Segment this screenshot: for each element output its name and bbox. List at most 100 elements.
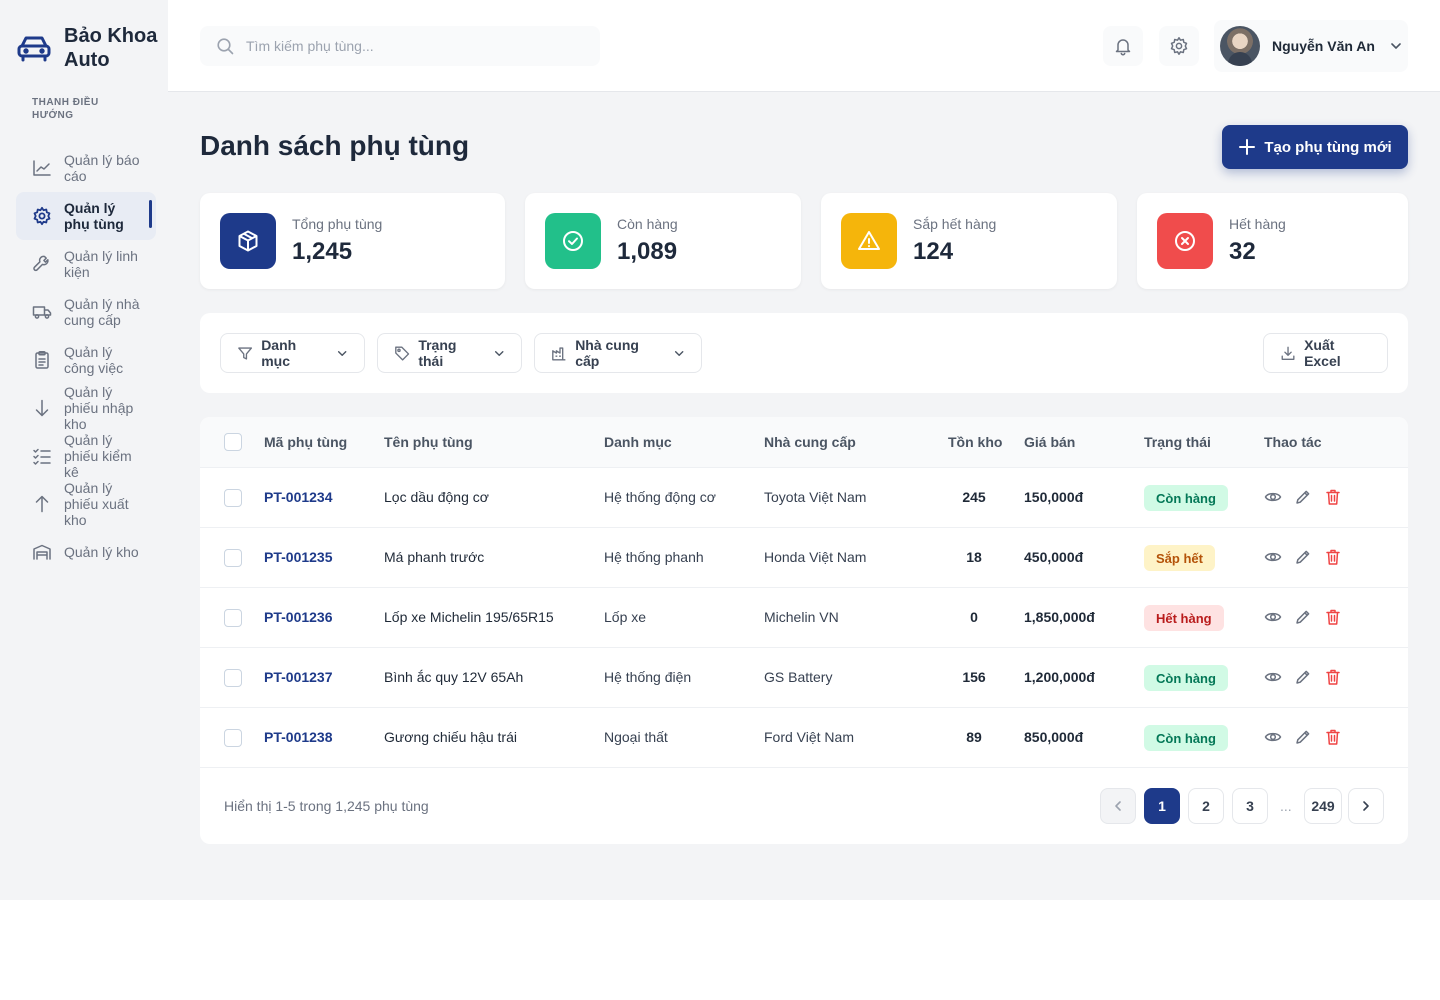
stat-icon-warning: [841, 213, 897, 269]
trash-icon: [1326, 669, 1340, 685]
checklist-icon: [33, 448, 51, 465]
column-header: Thao tác: [1264, 434, 1322, 450]
page-button[interactable]: 1: [1144, 788, 1180, 824]
trash-icon: [1326, 729, 1340, 745]
edit-button[interactable]: [1294, 668, 1314, 688]
part-code-link[interactable]: PT-001237: [264, 669, 333, 685]
row-checkbox[interactable]: [224, 549, 242, 567]
sidebar-item-suppliers[interactable]: Quản lý nhà cung cấp: [16, 288, 156, 336]
stat-icon-x: [1157, 213, 1213, 269]
car-icon: [17, 36, 51, 62]
column-header[interactable]: Trạng thái: [1144, 434, 1211, 450]
sidebar-item-label: Quản lý công việc: [64, 344, 124, 376]
status-badge: Còn hàng: [1144, 725, 1228, 751]
delete-button[interactable]: [1324, 488, 1344, 508]
stat-label: Còn hàng: [617, 216, 678, 232]
part-stock: 0: [970, 609, 978, 625]
eye-icon: [1264, 732, 1282, 742]
column-header[interactable]: Mã phụ tùng: [264, 434, 347, 450]
avatar: [1220, 26, 1260, 66]
part-supplier: Toyota Việt Nam: [764, 489, 867, 505]
pencil-icon: [1296, 670, 1310, 684]
sidebar-item-jobs[interactable]: Quản lý công việc: [16, 336, 156, 384]
select-all-checkbox[interactable]: [224, 433, 242, 451]
column-header[interactable]: Giá bán: [1024, 434, 1075, 450]
search-input[interactable]: [246, 38, 586, 54]
sidebar: Bảo Khoa Auto THANH ĐIỀU HƯỚNG Quản lý b…: [0, 0, 168, 900]
create-part-button[interactable]: Tạo phụ tùng mới: [1222, 125, 1408, 169]
part-category: Hệ thống điện: [604, 669, 692, 685]
warehouse-icon: [33, 544, 51, 560]
view-button[interactable]: [1264, 488, 1284, 508]
supplier-filter[interactable]: Nhà cung cấp: [534, 333, 702, 373]
pencil-icon: [1296, 550, 1310, 564]
column-header[interactable]: Danh mục: [604, 434, 672, 450]
column-header[interactable]: Nhà cung cấp: [764, 434, 856, 450]
page-button[interactable]: 3: [1232, 788, 1268, 824]
row-checkbox[interactable]: [224, 729, 242, 747]
user-menu[interactable]: Nguyễn Văn An: [1214, 20, 1408, 72]
part-price: 150,000đ: [1024, 489, 1084, 505]
category-filter[interactable]: Danh mục: [220, 333, 365, 373]
export-excel-button[interactable]: Xuất Excel: [1263, 333, 1388, 373]
part-code-link[interactable]: PT-001235: [264, 549, 333, 565]
sidebar-item-label: Quản lý phiếu kiểm kê: [64, 432, 132, 480]
row-checkbox[interactable]: [224, 609, 242, 627]
last-page-button[interactable]: 249: [1304, 788, 1342, 824]
view-button[interactable]: [1264, 728, 1284, 748]
delete-button[interactable]: [1324, 548, 1344, 568]
part-category: Hệ thống động cơ: [604, 489, 716, 505]
sidebar-item-warehouse[interactable]: Quản lý kho: [16, 528, 156, 576]
table-row: PT-001237 Bình ắc quy 12V 65Ah Hệ thống đi…: [200, 648, 1408, 708]
brand[interactable]: Bảo Khoa Auto: [16, 24, 160, 72]
notification-button[interactable]: [1103, 26, 1143, 66]
part-code-link[interactable]: PT-001234: [264, 489, 333, 505]
trash-icon: [1326, 549, 1340, 565]
sidebar-nav: Quản lý báo cáo Quản lý phụ tùng Quản lý…: [16, 144, 156, 576]
part-name: Lốp xe Michelin 195/65R15: [384, 609, 554, 625]
pagination-ellipsis: ...: [1280, 798, 1292, 814]
column-header[interactable]: Tên phụ tùng: [384, 434, 473, 450]
row-checkbox[interactable]: [224, 669, 242, 687]
row-checkbox[interactable]: [224, 489, 242, 507]
sidebar-item-parts[interactable]: Quản lý phụ tùng: [16, 192, 156, 240]
pencil-icon: [1296, 730, 1310, 744]
part-supplier: Ford Việt Nam: [764, 729, 854, 745]
page-button[interactable]: 2: [1188, 788, 1224, 824]
part-stock: 18: [966, 549, 982, 565]
sidebar-item-receipts[interactable]: Quản lý phiếu nhập kho: [16, 384, 156, 432]
part-category: Ngoại thất: [604, 729, 668, 745]
column-header[interactable]: Tồn kho: [948, 434, 1002, 450]
edit-button[interactable]: [1294, 608, 1314, 628]
part-stock: 89: [966, 729, 982, 745]
table-row: PT-001235 Má phanh trước Hệ thống phanh Hon…: [200, 528, 1408, 588]
table-row: PT-001236 Lốp xe Michelin 195/65R15 Lốp xe…: [200, 588, 1408, 648]
user-name: Nguyễn Văn An: [1272, 38, 1375, 54]
part-code-link[interactable]: PT-001236: [264, 609, 333, 625]
prev-page-button[interactable]: [1100, 788, 1136, 824]
view-button[interactable]: [1264, 668, 1284, 688]
sidebar-item-components[interactable]: Quản lý linh kiện: [16, 240, 156, 288]
chevron-down-icon: [337, 350, 347, 356]
export-excel-label: Xuất Excel: [1304, 337, 1341, 369]
status-filter-label: Trạng thái: [418, 337, 457, 369]
status-filter[interactable]: Trạng thái: [377, 333, 522, 373]
chart-line-icon: [33, 160, 51, 176]
delete-button[interactable]: [1324, 608, 1344, 628]
delete-button[interactable]: [1324, 728, 1344, 748]
settings-button[interactable]: [1159, 26, 1199, 66]
view-button[interactable]: [1264, 608, 1284, 628]
supplier-filter-label: Nhà cung cấp: [575, 337, 639, 369]
view-button[interactable]: [1264, 548, 1284, 568]
part-code-link[interactable]: PT-001238: [264, 729, 333, 745]
delete-button[interactable]: [1324, 668, 1344, 688]
part-name: Bình ắc quy 12V 65Ah: [384, 669, 524, 685]
part-name: Gương chiếu hậu trái: [384, 729, 517, 745]
sidebar-item-reports[interactable]: Quản lý báo cáo: [16, 144, 156, 192]
next-page-button[interactable]: [1348, 788, 1384, 824]
sidebar-item-issues[interactable]: Quản lý phiếu xuất kho: [16, 480, 156, 528]
sidebar-item-inventory-checks[interactable]: Quản lý phiếu kiểm kê: [16, 432, 156, 480]
edit-button[interactable]: [1294, 548, 1314, 568]
edit-button[interactable]: [1294, 728, 1314, 748]
edit-button[interactable]: [1294, 488, 1314, 508]
